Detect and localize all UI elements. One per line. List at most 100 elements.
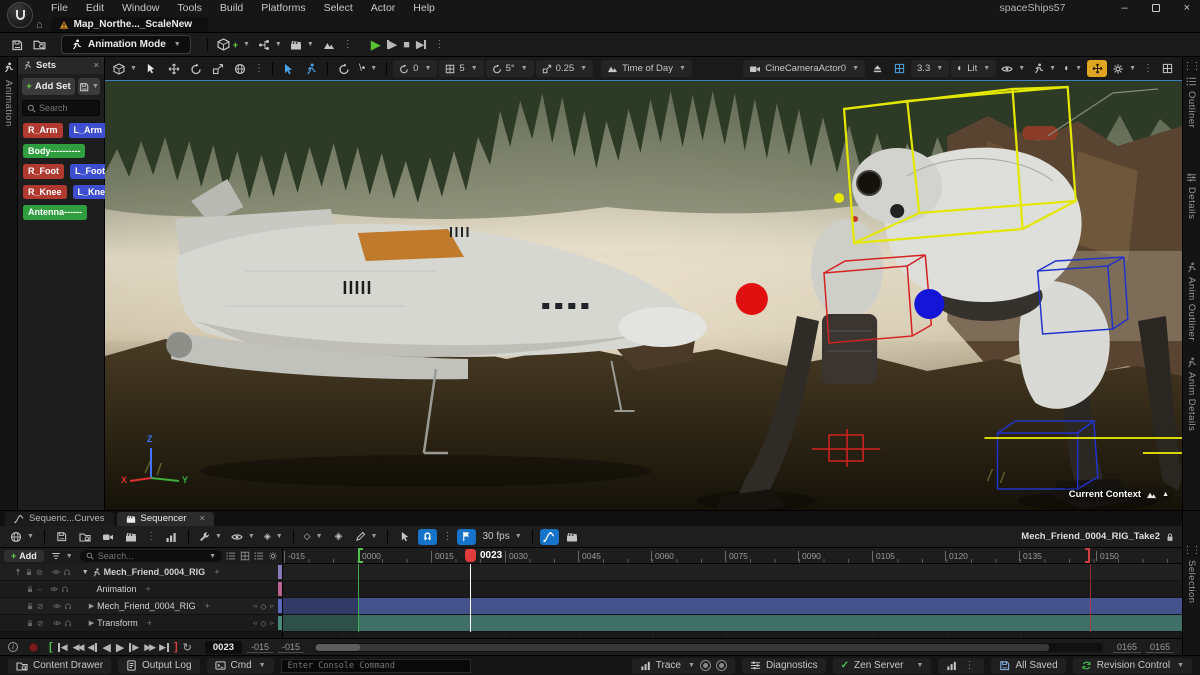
scale-snap-control[interactable]: 0.25▼ [536,60,593,77]
menu-actor[interactable]: Actor [362,2,405,14]
skip-to-end-button[interactable]: ▶ [416,38,426,51]
trace-snapshot-icon[interactable] [716,660,727,671]
timeline-lane[interactable] [283,581,1182,598]
keyframe-nav[interactable]: ◃◇▹ [253,619,274,628]
seq-select-button[interactable] [395,527,415,547]
add-section-icon[interactable]: + [214,567,219,577]
show-flags-dropdown[interactable]: ▼ [998,59,1028,79]
work-start-field[interactable]: -015 [278,642,304,653]
track-filter-dropdown[interactable]: ▼ [48,550,76,563]
anim-select-button[interactable] [301,59,321,79]
set-tag[interactable]: L_Arm [69,123,108,138]
view-options-icon[interactable] [254,551,264,561]
track-search[interactable]: ▼ [80,550,222,562]
grid-snap-control[interactable]: 5▼ [439,60,483,77]
maximize-button[interactable] [1152,4,1160,12]
rotation-snap-control[interactable]: 5°▼ [486,60,534,77]
animation-section-band[interactable] [283,598,1182,614]
browse-content-button[interactable] [29,35,49,55]
console-input[interactable] [288,661,464,671]
tab-anim-details[interactable]: Anim Details [1186,357,1197,431]
home-icon[interactable]: ⌂ [36,18,43,32]
resolution-icon[interactable] [889,59,909,79]
tab-close-icon[interactable]: × [199,513,205,524]
seq-options-icon[interactable]: ⋮ [144,531,158,542]
viewport-settings-dropdown[interactable]: ▼ [1109,59,1139,79]
play-from-here-button[interactable]: ▶ [387,38,397,51]
set-tag[interactable]: R_Knee [23,185,67,200]
menu-help[interactable]: Help [404,2,444,14]
view-density-compact-icon[interactable] [226,551,236,561]
transform-toggle-button[interactable] [1087,60,1107,77]
jump-forward-button[interactable]: ▶▶ [144,642,154,653]
track-settings-icon[interactable] [268,551,278,561]
add-section-icon[interactable]: + [205,601,210,611]
tab-details[interactable]: Details [1186,172,1197,220]
lock-icon[interactable] [1165,532,1175,542]
sequence-breadcrumb-button[interactable] [562,527,582,547]
seq-edit-dropdown[interactable]: ▼ [352,527,381,547]
minimize-button[interactable]: – [1121,2,1127,14]
camera-actor-dropdown[interactable]: CineCameraActor0▼ [743,60,865,77]
record-button[interactable] [29,643,38,652]
timeline-ruler[interactable]: -015 0000 0015 0030 0045 0060 0075 0090 … [283,548,1182,564]
snap-options-icon[interactable]: ⋮ [440,531,454,542]
set-tag[interactable]: Body---------- [23,144,85,159]
tab-outliner[interactable]: Outliner [1186,76,1197,128]
world-coord-button[interactable] [230,59,250,79]
track-row[interactable]: ⊘ ▶ Transform + ◃◇▹ [0,615,282,632]
scrollbar-thumb[interactable] [315,644,1049,651]
select-mode-dropdown[interactable]: ▼ [110,59,140,79]
pivot-button[interactable]: \•▼ [356,59,380,79]
current-frame-field[interactable]: 0023 [205,641,242,654]
seq-view-dropdown[interactable]: ▼ [228,527,258,547]
menu-window[interactable]: Window [113,2,168,14]
menu-edit[interactable]: Edit [77,2,113,14]
close-button[interactable]: × [1184,2,1190,14]
playback-start-bracket[interactable] [358,548,363,563]
revision-control-dropdown[interactable]: Revision Control▼ [1073,658,1192,674]
content-drawer-button[interactable]: Content Drawer [8,658,111,674]
set-tag[interactable]: R_Foot [23,164,64,179]
orbit-button[interactable] [334,59,354,79]
menu-build[interactable]: Build [211,2,252,14]
tab-selection[interactable]: ⋮⋮ Selection [1181,545,1200,604]
play-forward-button[interactable]: ▶ [116,641,124,654]
seq-render-button[interactable] [161,527,181,547]
rotate-tool[interactable] [186,59,206,79]
toolbar-overflow-icon[interactable]: ⋮ [341,39,355,50]
landscape-button[interactable] [319,35,339,55]
step-back-button[interactable]: ◀ [87,642,97,653]
transform-options-icon[interactable]: ⋮ [252,63,266,74]
curve-editor-button[interactable] [540,529,559,545]
playhead-marker[interactable] [465,549,476,562]
play-reverse-button[interactable]: ◀ [102,641,110,654]
cinematics-button[interactable]: ▼ [287,35,317,55]
set-start-bracket-button[interactable]: [ [49,641,53,653]
layout-grid-icon[interactable] [1157,59,1177,79]
seq-cinematic-button[interactable] [121,527,141,547]
seq-world-dropdown[interactable]: ▼ [7,527,37,547]
info-icon[interactable]: i [8,642,18,652]
tab-anim-outliner[interactable]: Anim Outliner [1186,262,1197,341]
add-section-icon[interactable]: + [145,584,150,594]
jump-back-button[interactable]: ◀◀ [73,642,83,653]
performance-button[interactable]: ⋮ [938,658,984,674]
add-actor-button[interactable]: +▼ [214,35,253,55]
loop-button[interactable]: ↻ [183,641,192,654]
editor-mode-dropdown[interactable]: Animation Mode▼ [61,35,191,54]
scale-tool[interactable] [208,59,228,79]
track-row[interactable]: ⊘ ▼ Mech_Friend_0004_RIG + [0,564,282,581]
viewport-options-icon[interactable]: ⋮ [1141,63,1155,74]
blueprints-button[interactable]: ▼ [255,35,285,55]
seq-camera-button[interactable] [98,527,118,547]
animation-tab-icon[interactable] [3,62,14,73]
view-mode-dropdown[interactable]: ◐Lit▼ [951,60,996,77]
set-end-bracket-button[interactable]: ] [174,641,178,653]
set-import-button[interactable]: ▼ [78,78,100,95]
menu-tools[interactable]: Tools [168,2,211,14]
track-search-input[interactable] [98,551,203,561]
eject-camera-button[interactable] [867,59,887,79]
add-section-icon[interactable]: + [147,618,152,628]
viewport-scene[interactable]: Z Y X Current Context ▲ [105,80,1182,510]
